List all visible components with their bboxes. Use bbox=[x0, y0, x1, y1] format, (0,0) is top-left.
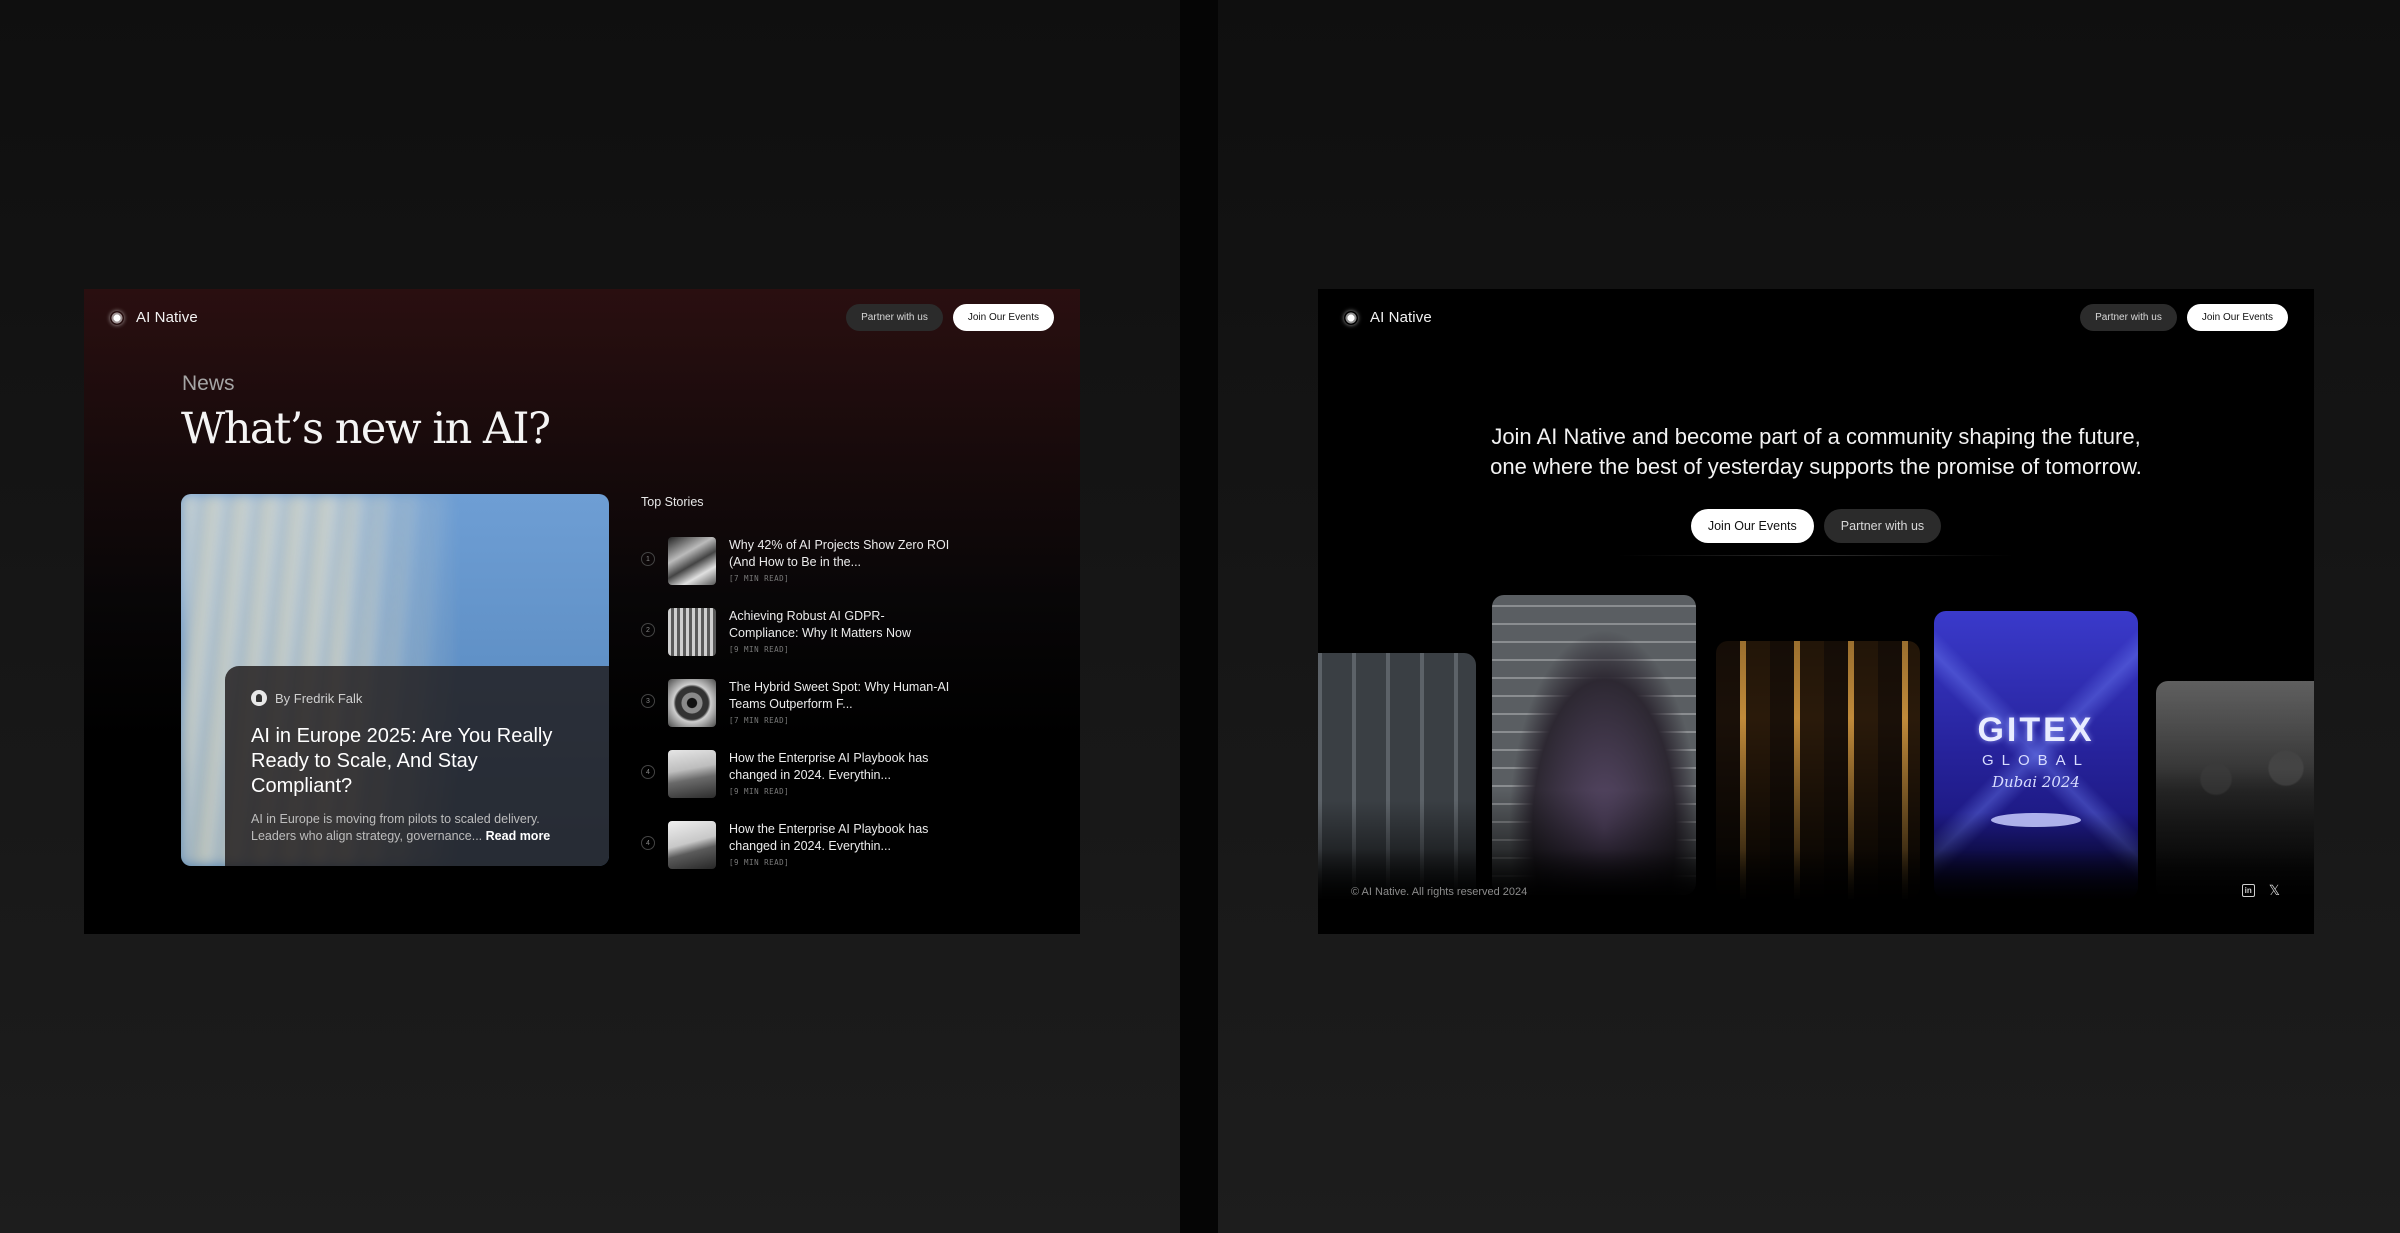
logo-icon bbox=[110, 310, 124, 325]
story-thumbnail bbox=[668, 750, 716, 798]
footer-copyright: © AI Native. All rights reserved 2024 bbox=[1351, 886, 1528, 898]
featured-article-card[interactable]: By Fredrik Falk AI in Europe 2025: Are Y… bbox=[181, 494, 609, 866]
story-item[interactable]: 4 How the Enterprise AI Playbook has cha… bbox=[641, 744, 951, 804]
featured-article-overlay: By Fredrik Falk AI in Europe 2025: Are Y… bbox=[225, 666, 609, 866]
stage-shape bbox=[1991, 813, 2081, 827]
partner-button[interactable]: Partner with us bbox=[846, 304, 943, 331]
event-photo-gallery: GITEX GLOBAL Dubai 2024 bbox=[1318, 289, 2314, 934]
story-item[interactable]: 1 Why 42% of AI Projects Show Zero ROI (… bbox=[641, 531, 951, 591]
top-nav: AI Native Partner with us Join Our Event… bbox=[84, 289, 1080, 347]
linkedin-icon[interactable]: in bbox=[2241, 883, 2255, 897]
featured-headline[interactable]: AI in Europe 2025: Are You Really Ready … bbox=[251, 724, 583, 799]
story-thumbnail bbox=[668, 679, 716, 727]
news-page-panel: AI Native Partner with us Join Our Event… bbox=[84, 289, 1080, 934]
story-number: 4 bbox=[641, 765, 655, 779]
join-events-button[interactable]: Join Our Events bbox=[952, 304, 1054, 331]
logo-icon bbox=[1344, 310, 1358, 325]
brand-logo[interactable]: AI Native bbox=[1344, 309, 1432, 326]
story-item[interactable]: 4 How the Enterprise AI Playbook has cha… bbox=[641, 815, 951, 875]
story-text: How the Enterprise AI Playbook has chang… bbox=[729, 750, 951, 796]
hero-partner-button[interactable]: Partner with us bbox=[1823, 509, 1942, 543]
story-text: The Hybrid Sweet Spot: Why Human-AI Team… bbox=[729, 679, 951, 725]
story-title[interactable]: The Hybrid Sweet Spot: Why Human-AI Team… bbox=[729, 679, 951, 713]
gitex-title: GITEX bbox=[1977, 711, 2095, 749]
hero-statement: Join AI Native and become part of a comm… bbox=[1318, 422, 2314, 482]
read-more-link[interactable]: Read more bbox=[486, 829, 551, 843]
story-text: Achieving Robust AI GDPR-Compliance: Why… bbox=[729, 608, 951, 654]
featured-excerpt: AI in Europe is moving from pilots to sc… bbox=[251, 811, 583, 845]
story-title[interactable]: Why 42% of AI Projects Show Zero ROI (An… bbox=[729, 537, 951, 571]
article-author: By Fredrik Falk bbox=[251, 690, 583, 706]
social-links: in 𝕏 bbox=[2241, 883, 2280, 897]
story-title[interactable]: Achieving Robust AI GDPR-Compliance: Why… bbox=[729, 608, 951, 642]
hero-line-1: Join AI Native and become part of a comm… bbox=[1491, 424, 2141, 449]
partner-button[interactable]: Partner with us bbox=[2080, 304, 2177, 331]
story-number: 2 bbox=[641, 623, 655, 637]
story-read-time: [7 MIN READ] bbox=[729, 716, 790, 725]
story-title[interactable]: How the Enterprise AI Playbook has chang… bbox=[729, 750, 951, 784]
story-thumbnail bbox=[668, 608, 716, 656]
screen-divider bbox=[1180, 0, 1218, 1233]
story-number: 4 bbox=[641, 836, 655, 850]
community-page-panel: GITEX GLOBAL Dubai 2024 AI Native Partne… bbox=[1318, 289, 2314, 934]
author-name: By Fredrik Falk bbox=[275, 690, 363, 706]
story-thumbnail bbox=[668, 821, 716, 869]
story-thumbnail bbox=[668, 537, 716, 585]
top-stories-heading: Top Stories bbox=[641, 495, 704, 509]
story-item[interactable]: 2 Achieving Robust AI GDPR-Compliance: W… bbox=[641, 602, 951, 662]
join-events-button[interactable]: Join Our Events bbox=[2186, 304, 2288, 331]
hero-cta-group: Join Our Events Partner with us bbox=[1318, 509, 2314, 543]
brand-name: AI Native bbox=[1370, 309, 1432, 326]
story-read-time: [7 MIN READ] bbox=[729, 574, 790, 583]
hero-join-events-button[interactable]: Join Our Events bbox=[1690, 509, 1814, 543]
brand-name: AI Native bbox=[136, 309, 198, 326]
gitex-city: Dubai 2024 bbox=[1992, 773, 2080, 791]
story-title[interactable]: How the Enterprise AI Playbook has chang… bbox=[729, 821, 951, 855]
story-number: 3 bbox=[641, 694, 655, 708]
hero-divider bbox=[1618, 555, 2014, 556]
hero-line-2: one where the best of yesterday supports… bbox=[1490, 454, 2142, 479]
nav-buttons: Partner with us Join Our Events bbox=[846, 304, 1054, 331]
story-text: Why 42% of AI Projects Show Zero ROI (An… bbox=[729, 537, 951, 583]
story-read-time: [9 MIN READ] bbox=[729, 858, 790, 867]
top-nav: AI Native Partner with us Join Our Event… bbox=[1318, 289, 2314, 347]
story-item[interactable]: 3 The Hybrid Sweet Spot: Why Human-AI Te… bbox=[641, 673, 951, 733]
section-label: News bbox=[182, 372, 235, 395]
author-avatar bbox=[251, 690, 267, 706]
nav-buttons: Partner with us Join Our Events bbox=[2080, 304, 2288, 331]
page-title: What’s new in AI? bbox=[181, 404, 551, 454]
x-icon[interactable]: 𝕏 bbox=[2269, 883, 2280, 897]
story-text: How the Enterprise AI Playbook has chang… bbox=[729, 821, 951, 867]
story-read-time: [9 MIN READ] bbox=[729, 645, 790, 654]
story-number: 1 bbox=[641, 552, 655, 566]
story-read-time: [9 MIN READ] bbox=[729, 787, 790, 796]
brand-logo[interactable]: AI Native bbox=[110, 309, 198, 326]
gitex-subtitle: GLOBAL bbox=[1981, 752, 2091, 769]
